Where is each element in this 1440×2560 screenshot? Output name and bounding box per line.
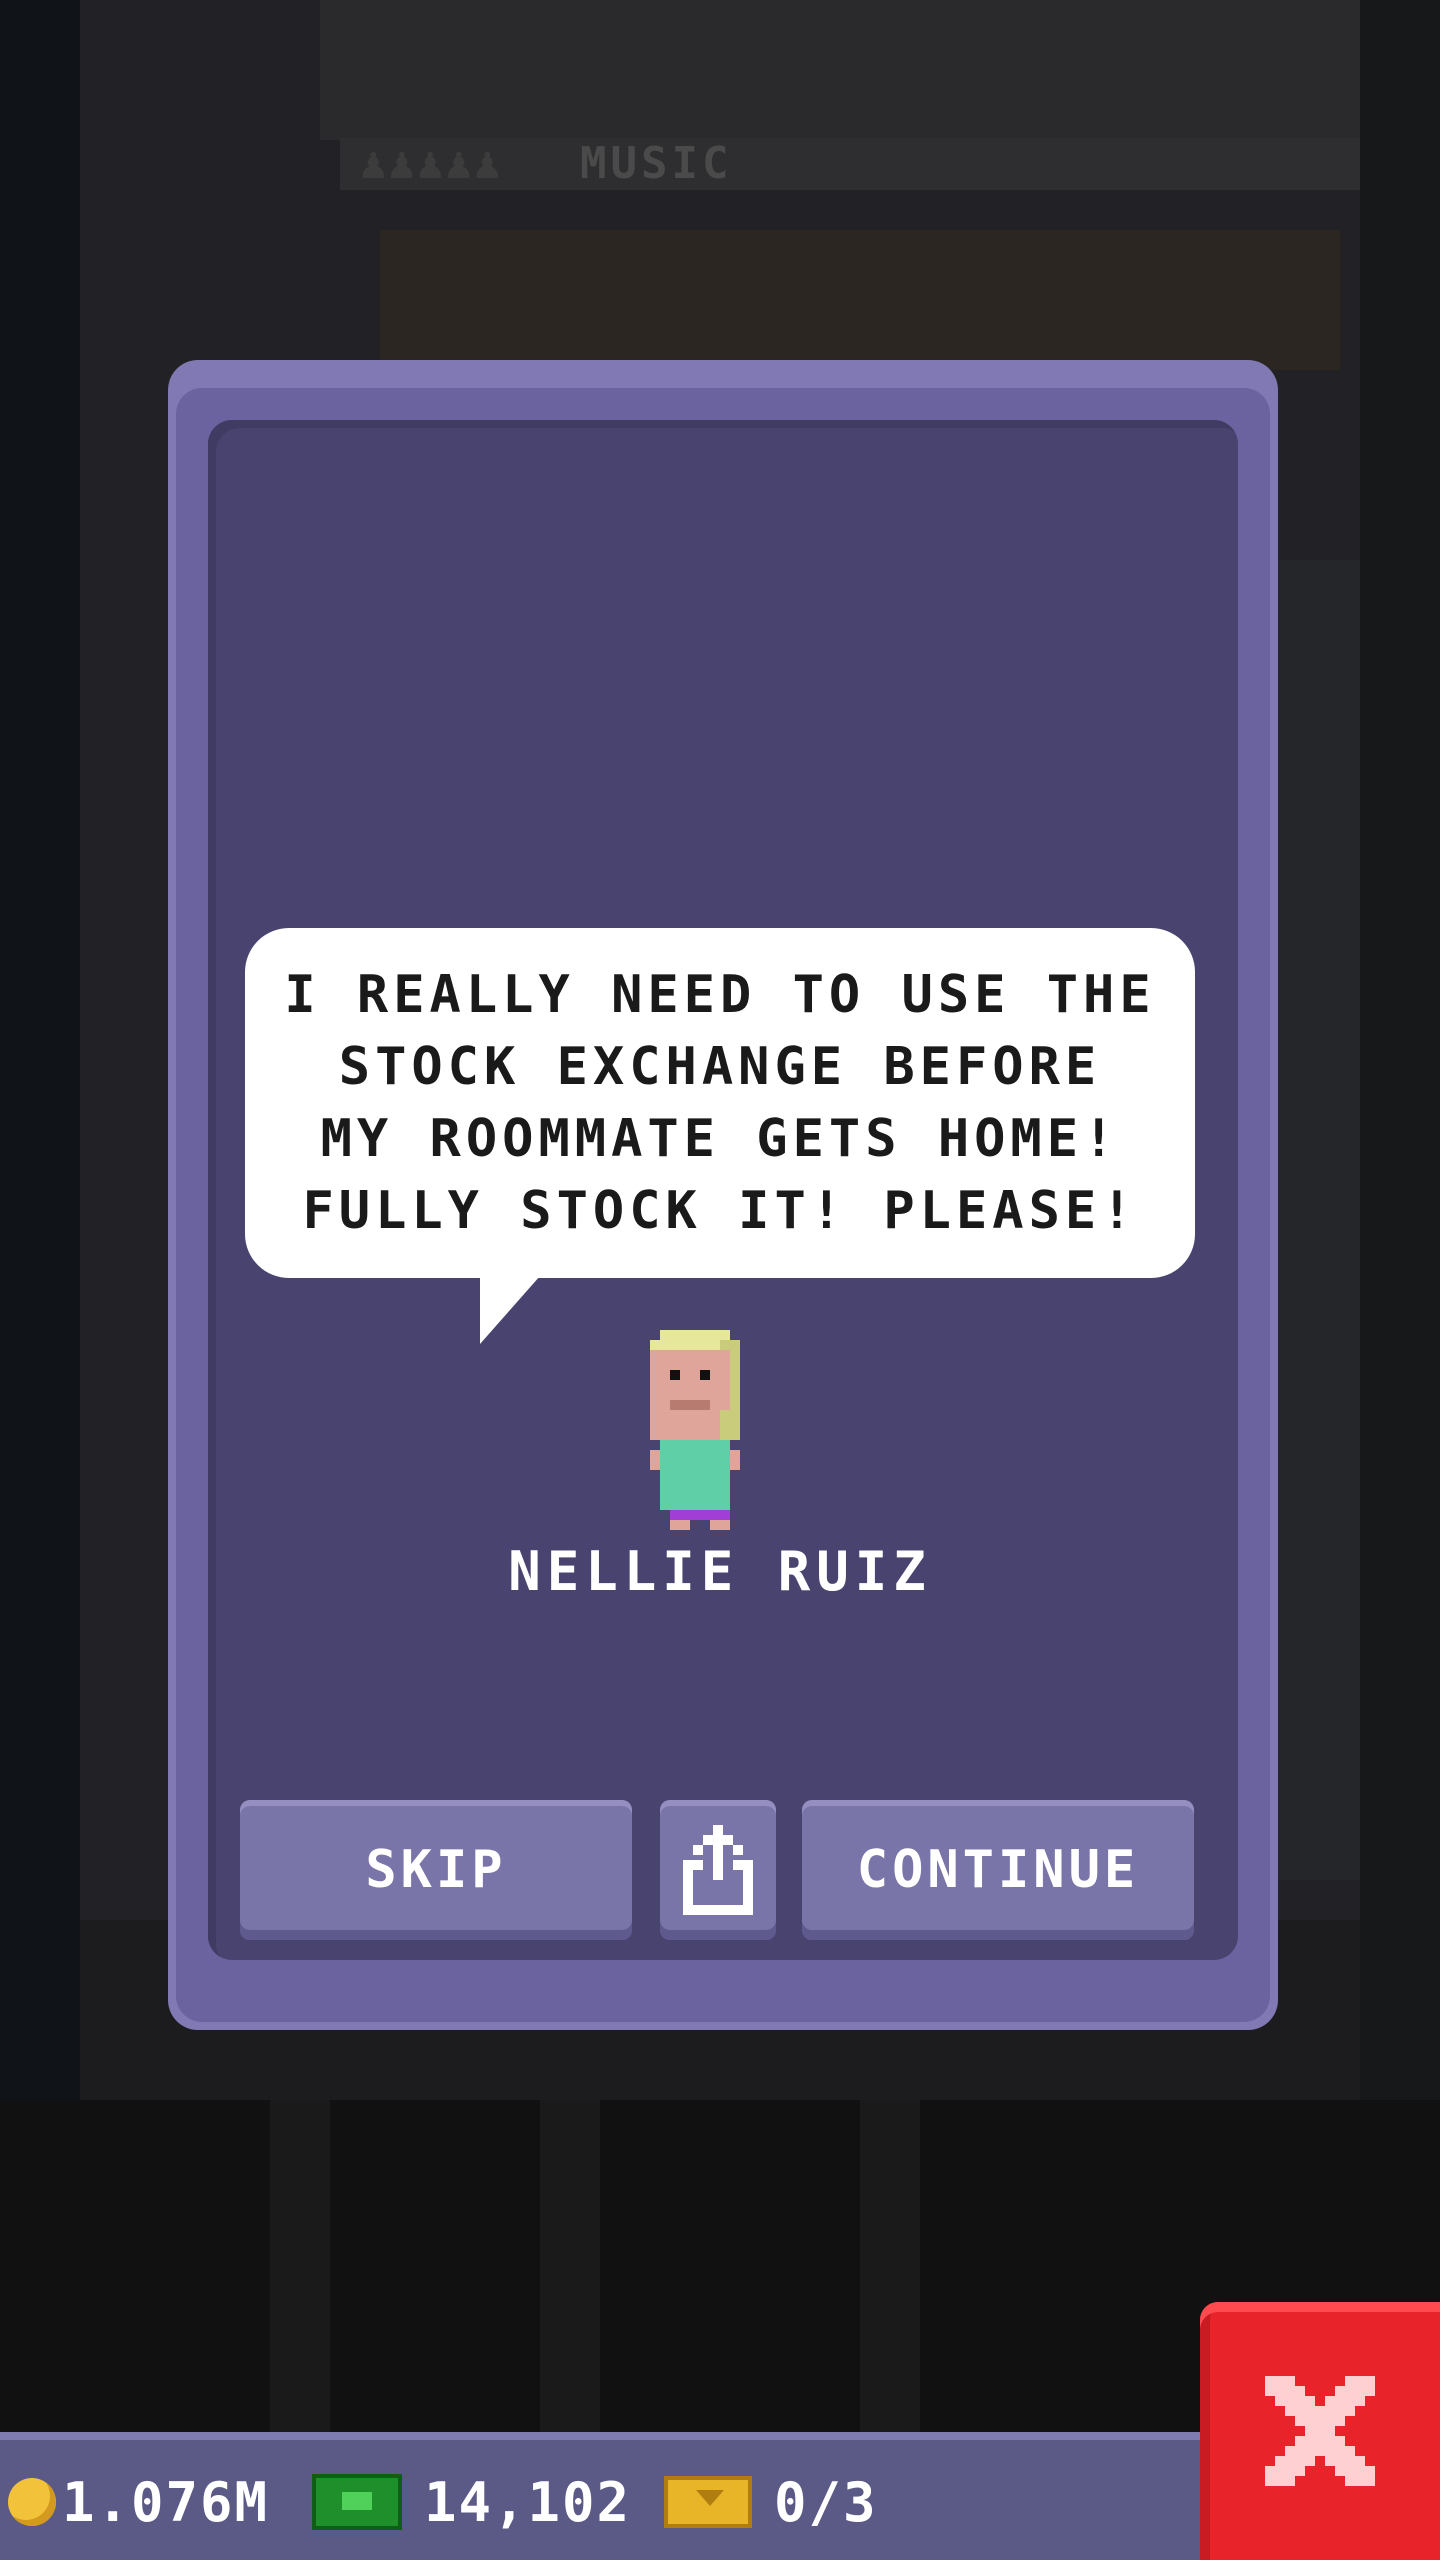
continue-button[interactable]: CONTINUE: [802, 1800, 1194, 1940]
floor-label: ♟♟♟♟♟ MUSIC: [340, 138, 1360, 190]
share-button[interactable]: [660, 1800, 776, 1940]
music-floor-room: [380, 230, 1340, 370]
cash-counter: 14,102: [312, 2470, 631, 2534]
floor-label-text: MUSIC: [580, 138, 733, 189]
character-avatar: [650, 1330, 740, 1530]
right-column: [1360, 0, 1440, 2100]
coins-value: 1.076M: [62, 2470, 270, 2534]
coins-counter: 1.076M: [8, 2470, 269, 2534]
share-icon: [683, 1825, 753, 1915]
speech-line: MY ROOMMATE GETS HOME!: [320, 1109, 1120, 1169]
ticket-icon: [664, 2476, 752, 2528]
speech-bubble: I REALLY NEED TO USE THE STOCK EXCHANGE …: [245, 928, 1195, 1278]
close-icon: [1265, 2376, 1375, 2486]
speech-line: I REALLY NEED TO USE THE: [284, 965, 1156, 1025]
speech-text: I REALLY NEED TO USE THE STOCK EXCHANGE …: [284, 959, 1155, 1247]
continue-button-label: CONTINUE: [856, 1840, 1140, 1900]
top-floor-room: [320, 0, 1360, 140]
cash-icon: [312, 2474, 402, 2530]
speech-line: FULLY STOCK IT! PLEASE!: [302, 1181, 1138, 1241]
lobby-pillar: [540, 2100, 600, 2432]
character-name: NELLIE RUIZ: [508, 1540, 932, 1603]
close-button[interactable]: [1200, 2302, 1440, 2560]
lobby-pillar: [860, 2100, 920, 2432]
left-column: [0, 0, 80, 2100]
skip-button[interactable]: SKIP: [240, 1800, 632, 1940]
skip-button-label: SKIP: [365, 1840, 507, 1900]
tickets-value: 0/3: [774, 2470, 878, 2534]
speech-line: STOCK EXCHANGE BEFORE: [338, 1037, 1102, 1097]
coin-icon: [8, 2478, 56, 2526]
speech-bubble-tail: [480, 1276, 540, 1344]
floor-residents-icon: ♟♟♟♟♟: [360, 138, 503, 189]
cash-value: 14,102: [424, 2470, 632, 2534]
tickets-counter: 0/3: [664, 2470, 878, 2534]
lobby-pillar: [270, 2100, 330, 2432]
